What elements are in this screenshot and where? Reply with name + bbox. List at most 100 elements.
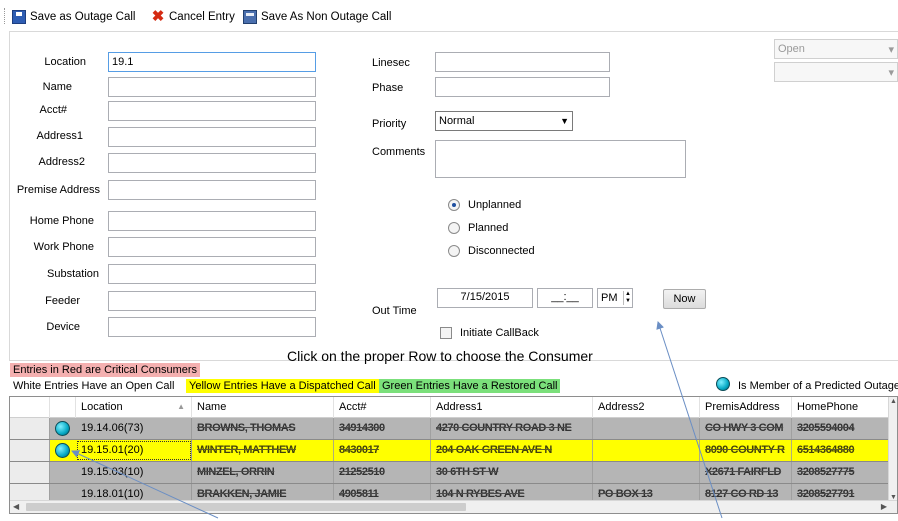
address1-input[interactable]	[108, 127, 316, 147]
predicted-outage-icon	[55, 421, 70, 436]
vertical-scrollbar[interactable]: ▲ ▼	[888, 397, 897, 502]
ampm-value: PM	[601, 292, 618, 304]
status-dropdown[interactable]: Open ▾	[774, 39, 898, 59]
location-input[interactable]	[108, 52, 316, 72]
legend-predicted: Is Member of a Predicted Outage	[738, 380, 898, 392]
cell-address2	[593, 418, 700, 439]
home-phone-input[interactable]	[108, 211, 316, 231]
table-row[interactable]: 19.15.03(10) MINZEL, ORRIN 21252510 30 6…	[10, 462, 890, 484]
out-date-input[interactable]: 7/15/2015	[437, 288, 533, 308]
col-header-address1[interactable]: Address1	[431, 397, 593, 418]
priority-value: Normal	[439, 115, 475, 127]
save-disk-icon	[243, 10, 257, 24]
col-header-location[interactable]: Location ▲	[76, 397, 192, 418]
scroll-left-icon[interactable]: ◀	[13, 502, 19, 511]
col-header-location-label: Location	[81, 401, 123, 413]
radio-disconnected-label: Disconnected	[468, 245, 535, 257]
cell-name: BROWNS, THOMAS	[192, 418, 334, 439]
save-icon	[12, 10, 26, 24]
cell-location: 19.15.03(10)	[76, 462, 192, 483]
work-phone-input[interactable]	[108, 237, 316, 257]
grid-icon-column-header	[50, 397, 76, 418]
save-non-outage-button[interactable]: Save As Non Outage Call	[243, 9, 391, 25]
linesec-label: Linesec	[372, 57, 410, 69]
spinner-arrows-icon[interactable]: ▲ ▼	[623, 291, 631, 305]
name-input[interactable]	[108, 77, 316, 97]
feeder-input[interactable]	[108, 291, 316, 311]
toolbar: Save as Outage Call ✖ Cancel Entry Save …	[0, 0, 898, 30]
cancel-x-icon: ✖	[151, 8, 165, 25]
grid-header: Location ▲ Name Acct# Address1 Address2 …	[10, 397, 897, 418]
col-header-name[interactable]: Name	[192, 397, 334, 418]
save-outage-button[interactable]: Save as Outage Call	[12, 9, 135, 25]
radio-disconnected-circle[interactable]	[448, 245, 460, 257]
cell-address2	[593, 440, 700, 461]
cell-address1: 30 6TH ST W	[431, 462, 593, 483]
col-header-homephone[interactable]: HomePhone	[792, 397, 890, 418]
comments-textarea[interactable]	[435, 140, 686, 178]
linesec-input[interactable]	[435, 52, 610, 72]
col-header-premisaddress[interactable]: PremisAddress	[700, 397, 792, 418]
toolbar-grip[interactable]	[4, 8, 7, 24]
table-row[interactable]: 19.14.06(73) BROWNS, THOMAS 34914300 427…	[10, 418, 890, 440]
cell-address2	[593, 462, 700, 483]
scroll-up-icon[interactable]: ▲	[890, 398, 897, 405]
substation-label: Substation	[47, 268, 99, 280]
feeder-label: Feeder	[45, 295, 80, 307]
phase-label: Phase	[372, 82, 404, 94]
row-header-cell[interactable]	[10, 440, 50, 461]
phase-input[interactable]	[435, 77, 610, 97]
initiate-callback[interactable]: Initiate CallBack	[440, 327, 539, 339]
acct-label: Acct#	[39, 104, 67, 116]
cell-premisaddress: X2671 FAIRFLD	[700, 462, 792, 483]
substation-input[interactable]	[108, 264, 316, 284]
horizontal-scrollbar[interactable]: ◀ ▶	[10, 500, 897, 513]
priority-label: Priority	[372, 118, 407, 130]
cell-premisaddress: CO HWY 3 COM	[700, 418, 792, 439]
device-input[interactable]	[108, 317, 316, 337]
acct-input[interactable]	[108, 101, 316, 121]
priority-dropdown[interactable]: Normal ▼	[435, 111, 573, 131]
cell-acct: 8430017	[334, 440, 431, 461]
predicted-outage-icon	[716, 377, 730, 391]
callback-label: Initiate CallBack	[460, 327, 539, 339]
consumer-grid: Location ▲ Name Acct# Address1 Address2 …	[9, 396, 898, 514]
now-button[interactable]: Now	[663, 289, 706, 309]
cell-homephone: 3208527775	[792, 462, 890, 483]
radio-unplanned[interactable]: Unplanned	[448, 199, 521, 211]
chevron-down-icon: ▾	[888, 66, 894, 79]
chevron-down-icon: ▾	[888, 43, 894, 56]
premise-address-input[interactable]	[108, 180, 316, 200]
legend-white: White Entries Have an Open Call	[10, 379, 178, 393]
cell-acct: 21252510	[334, 462, 431, 483]
predicted-outage-icon	[55, 443, 70, 458]
legend-yellow: Yellow Entries Have a Dispatched Call	[186, 379, 379, 393]
premise-address-label: Premise Address	[16, 184, 100, 196]
row-header-cell[interactable]	[10, 418, 50, 439]
scroll-right-icon[interactable]: ▶	[881, 502, 887, 511]
status-secondary-dropdown[interactable]: ▾	[774, 62, 898, 82]
out-time-label: Out Time	[372, 305, 417, 317]
radio-planned-label: Planned	[468, 222, 509, 234]
cell-premisaddress: 8090 COUNTY R	[700, 440, 792, 461]
ampm-spinner[interactable]: PM ▲ ▼	[597, 288, 633, 308]
home-phone-label: Home Phone	[29, 215, 94, 227]
cancel-entry-button[interactable]: ✖ Cancel Entry	[151, 9, 235, 25]
device-label: Device	[46, 321, 80, 333]
callback-checkbox[interactable]	[440, 327, 452, 339]
radio-unplanned-circle[interactable]	[448, 199, 460, 211]
row-header-cell[interactable]	[10, 462, 50, 483]
grid-corner-cell	[10, 397, 50, 418]
col-header-address2[interactable]: Address2	[593, 397, 700, 418]
radio-planned[interactable]: Planned	[448, 222, 508, 234]
comments-label: Comments	[372, 146, 426, 158]
out-time-input[interactable]: __:__	[537, 288, 593, 308]
cell-name: MINZEL, ORRIN	[192, 462, 334, 483]
radio-disconnected[interactable]: Disconnected	[448, 245, 535, 257]
radio-planned-circle[interactable]	[448, 222, 460, 234]
scroll-thumb[interactable]	[26, 503, 466, 511]
address2-input[interactable]	[108, 153, 316, 173]
table-row[interactable]: 19.15.01(20) WINTER, MATTHEW 8430017 204…	[10, 440, 890, 462]
col-header-acct[interactable]: Acct#	[334, 397, 431, 418]
cell-homephone: 3205594004	[792, 418, 890, 439]
